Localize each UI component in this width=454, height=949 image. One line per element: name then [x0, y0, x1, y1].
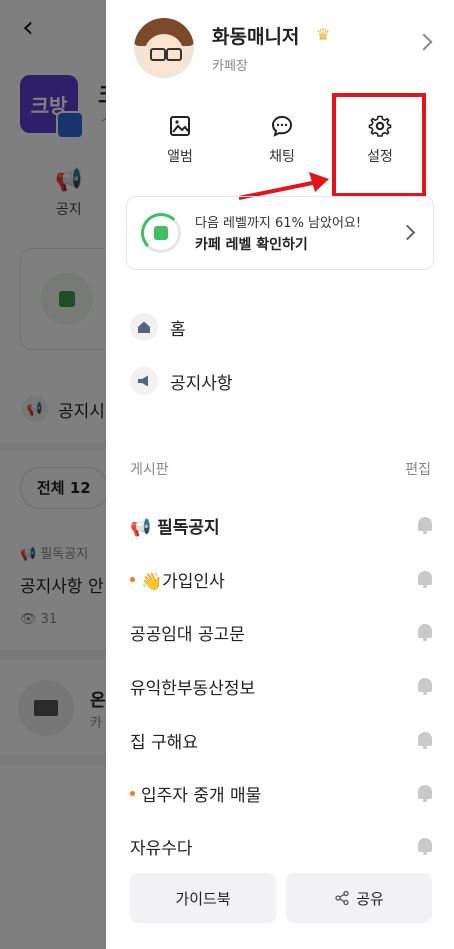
guidebook-label: 가이드북 — [175, 889, 231, 908]
bell-icon[interactable] — [418, 517, 432, 534]
lock-icon — [154, 226, 168, 240]
bell-icon[interactable] — [418, 732, 432, 749]
board-item-greeting[interactable]: 👋가입인사 — [130, 563, 432, 595]
bell-icon[interactable] — [418, 838, 432, 855]
board-item-listings[interactable]: 입주자 중개 매물 — [130, 777, 432, 809]
board-header: 게시판 편집 — [130, 459, 431, 479]
board-item-notice[interactable]: 📢 필독공지 — [130, 509, 432, 541]
board-item-label: 입주자 중개 매물 — [141, 785, 262, 806]
bell-icon[interactable] — [418, 678, 432, 695]
menu-item-notice[interactable]: 공지사항 — [130, 365, 233, 397]
side-drawer: 화동매니저 ♛ 카페장 앨범 채팅 설정 다음 레벨까지 61% 남았어요! 카… — [106, 0, 454, 949]
image-icon — [170, 116, 190, 136]
home-icon — [130, 313, 158, 341]
level-progress-ring — [141, 213, 181, 253]
cafe-level-card[interactable]: 다음 레벨까지 61% 남았어요! 카페 레벨 확인하기 — [126, 196, 434, 270]
guidebook-button[interactable]: 가이드북 — [130, 873, 276, 923]
share-label: 공유 — [356, 889, 384, 908]
board-item-label: 집 구해요 — [130, 732, 198, 753]
album-button[interactable]: 앨범 — [140, 110, 220, 166]
menu-item-home[interactable]: 홈 — [130, 311, 186, 343]
album-label: 앨범 — [167, 149, 193, 165]
board-item-label: 공공임대 공고문 — [130, 624, 245, 645]
bell-icon[interactable] — [418, 624, 432, 641]
share-button[interactable]: 공유 — [286, 873, 432, 923]
chevron-right-icon — [399, 224, 416, 241]
board-item-free-talk[interactable]: 자유수다 — [130, 830, 432, 862]
settings-highlight-box — [332, 93, 426, 197]
profile-nickname: 화동매니저 — [212, 26, 300, 48]
level-check-label: 카페 레벨 확인하기 — [195, 237, 308, 253]
avatar — [134, 18, 194, 78]
board-item-label: 유익한부동산정보 — [130, 678, 256, 699]
board-item-realestate-info[interactable]: 유익한부동산정보 — [130, 670, 432, 702]
new-dot — [130, 576, 135, 582]
board-item-label: 👋가입인사 — [141, 571, 225, 592]
chat-button[interactable]: 채팅 — [242, 110, 322, 166]
chat-label: 채팅 — [269, 149, 295, 165]
board-edit-button[interactable]: 편집 — [405, 459, 431, 479]
megaphone-icon — [130, 367, 158, 395]
board-item-house-wanted[interactable]: 집 구해요 — [130, 724, 432, 756]
crown-icon: ♛ — [316, 25, 331, 44]
bell-icon[interactable] — [418, 571, 432, 588]
board-header-title: 게시판 — [130, 462, 169, 478]
menu-item-home-label: 홈 — [170, 319, 186, 340]
profile-role: 카페장 — [212, 59, 248, 74]
board-item-public-rental[interactable]: 공공임대 공고문 — [130, 616, 432, 648]
chat-bubble-icon — [271, 115, 293, 137]
new-dot — [130, 790, 135, 796]
level-progress-text: 다음 레벨까지 61% 남았어요! — [195, 216, 362, 231]
board-item-label: 📢 필독공지 — [130, 517, 220, 538]
board-item-label: 자유수다 — [130, 838, 193, 859]
menu-item-notice-label: 공지사항 — [170, 373, 233, 394]
profile-row[interactable]: 화동매니저 ♛ 카페장 — [106, 0, 454, 100]
bell-icon[interactable] — [418, 785, 432, 802]
chevron-right-icon — [415, 33, 433, 51]
share-icon — [335, 890, 349, 906]
